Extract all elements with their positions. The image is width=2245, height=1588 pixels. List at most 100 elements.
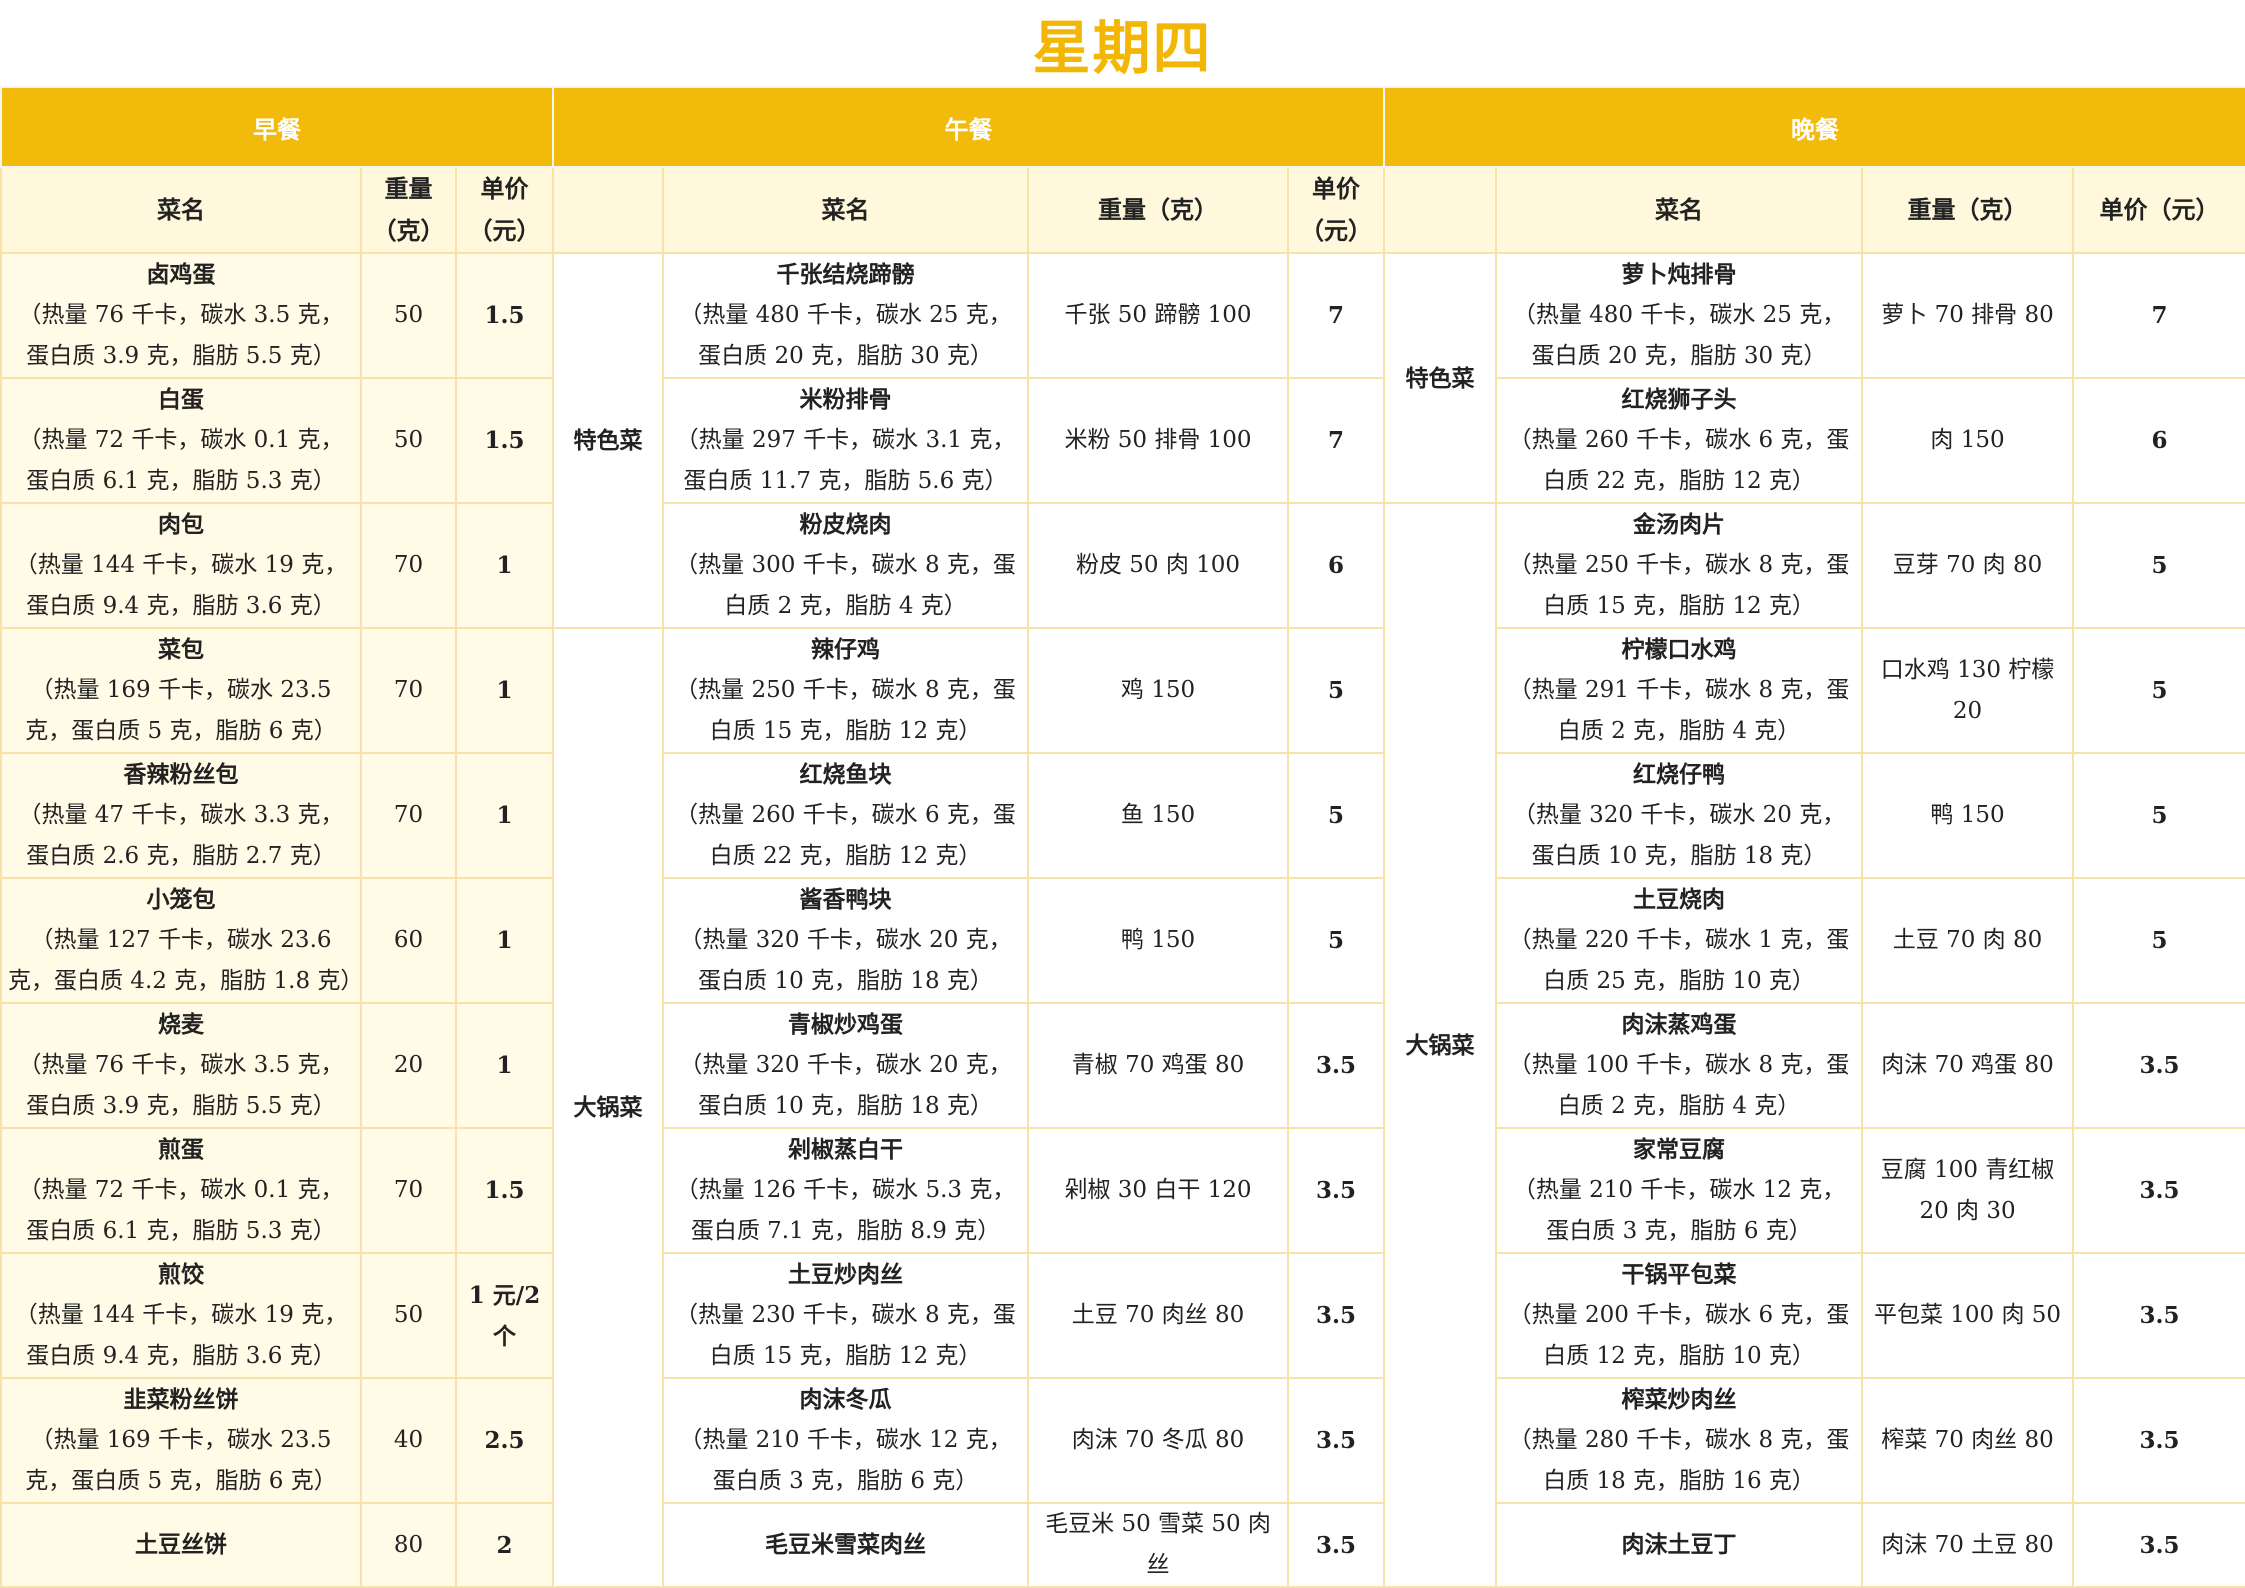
breakfast-price: 1 — [454, 877, 555, 1004]
dish-nutrition: （热量 76 千卡，碳水 3.5 克，蛋白质 3.9 克，脂肪 5.5 克） — [18, 302, 344, 369]
dinner-weight: 口水鸡 130 柠檬 20 — [1861, 627, 2075, 754]
dish-nutrition: （热量 320 千卡，碳水 20 克，蛋白质 10 克，脂肪 18 克） — [679, 927, 1012, 994]
breakfast-price: 1 — [454, 627, 555, 754]
breakfast-weight: 50 — [360, 1252, 457, 1379]
dish-name: 肉沫蒸鸡蛋 — [1621, 1011, 1737, 1038]
dinner-dish-cell: 家常豆腐 （热量 210 千卡，碳水 12 克，蛋白质 3 克，脂肪 6 克） — [1495, 1127, 1864, 1254]
breakfast-dish-cell: 小笼包 （热量 127 千卡，碳水 23.6 克，蛋白质 4.2 克，脂肪 1.8… — [0, 877, 362, 1004]
lunch-dish-cell: 毛豆米雪菜肉丝 — [662, 1502, 1030, 1588]
dinner-price: 5 — [2072, 502, 2245, 629]
dish-name: 煎饺 — [158, 1261, 204, 1288]
dish-name: 毛豆米雪菜肉丝 — [765, 1531, 927, 1558]
lunch-weight: 鸭 150 — [1027, 877, 1290, 1004]
table-row: 白蛋 （热量 72 千卡，碳水 0.1 克，蛋白质 6.1 克，脂肪 5.3 克）… — [0, 377, 2245, 504]
dinner-dish-cell: 土豆烧肉 （热量 220 千卡，碳水 1 克，蛋白质 25 克，脂肪 10 克） — [1495, 877, 1864, 1004]
breakfast-weight: 50 — [360, 252, 457, 379]
dish-name: 小笼包 — [146, 886, 216, 913]
dish-nutrition: （热量 291 千卡，碳水 8 克，蛋白质 2 克，脂肪 4 克） — [1508, 677, 1850, 744]
dish-nutrition: （热量 300 千卡，碳水 8 克，蛋白质 2 克，脂肪 4 克） — [675, 552, 1016, 619]
table-row: 韭菜粉丝饼 （热量 169 千卡，碳水 23.5 克，蛋白质 5 克，脂肪 6 克… — [0, 1377, 2245, 1504]
breakfast-price: 1.5 — [454, 252, 555, 379]
breakfast-dish-cell: 白蛋 （热量 72 千卡，碳水 0.1 克，蛋白质 6.1 克，脂肪 5.3 克） — [0, 377, 362, 504]
dish-nutrition: （热量 480 千卡，碳水 25 克，蛋白质 20 克，脂肪 30 克） — [1512, 302, 1846, 369]
dinner-dish-cell: 红烧仔鸭 （热量 320 千卡，碳水 20 克，蛋白质 10 克，脂肪 18 克） — [1495, 752, 1864, 879]
breakfast-price: 1 元/2 个 — [454, 1252, 555, 1379]
dinner-price: 3.5 — [2072, 1127, 2245, 1254]
lunch-dish-cell: 红烧鱼块 （热量 260 千卡，碳水 6 克，蛋白质 22 克，脂肪 12 克） — [662, 752, 1030, 879]
dish-nutrition: （热量 297 千卡，碳水 3.1 克，蛋白质 11.7 克，脂肪 5.6 克） — [675, 427, 1016, 494]
dinner-weight: 肉 150 — [1861, 377, 2075, 504]
meal-header-dinner: 晚餐 — [1383, 86, 2245, 168]
dish-name: 肉包 — [158, 511, 204, 538]
dinner-dish-cell: 干锅平包菜 （热量 200 千卡，碳水 6 克，蛋白质 12 克，脂肪 10 克） — [1495, 1252, 1864, 1379]
dish-nutrition: （热量 230 千卡，碳水 8 克，蛋白质 15 克，脂肪 12 克） — [675, 1302, 1016, 1369]
weekly-menu-table: 早餐 午餐 晚餐 菜名 重量（克） 单价（元） 菜名 重量（克） 单价（元） 菜… — [0, 86, 2245, 1588]
dinner-weight: 豆芽 70 肉 80 — [1861, 502, 2075, 629]
lunch-dish-cell: 米粉排骨 （热量 297 千卡，碳水 3.1 克，蛋白质 11.7 克，脂肪 5.… — [662, 377, 1030, 504]
lunch-dish-cell: 辣仔鸡 （热量 250 千卡，碳水 8 克，蛋白质 15 克，脂肪 12 克） — [662, 627, 1030, 754]
breakfast-dish-cell: 煎蛋 （热量 72 千卡，碳水 0.1 克，蛋白质 6.1 克，脂肪 5.3 克） — [0, 1127, 362, 1254]
dish-name: 干锅平包菜 — [1621, 1261, 1737, 1288]
dinner-weight: 豆腐 100 青红椒 20 肉 30 — [1861, 1127, 2075, 1254]
dinner-price: 5 — [2072, 627, 2245, 754]
dish-name: 香辣粉丝包 — [123, 761, 239, 788]
lunch-dish-cell: 青椒炒鸡蛋 （热量 320 千卡，碳水 20 克，蛋白质 10 克，脂肪 18 克… — [662, 1002, 1030, 1129]
lunch-dish-cell: 剁椒蒸白干 （热量 126 千卡，碳水 5.3 克，蛋白质 7.1 克，脂肪 8.… — [662, 1127, 1030, 1254]
lunch-dish-cell: 酱香鸭块 （热量 320 千卡，碳水 20 克，蛋白质 10 克，脂肪 18 克） — [662, 877, 1030, 1004]
header-l-name: 菜名 — [662, 166, 1030, 254]
lunch-weight: 青椒 70 鸡蛋 80 — [1027, 1002, 1290, 1129]
dish-name: 柠檬口水鸡 — [1621, 636, 1737, 663]
category-special: 特色菜 — [552, 252, 665, 629]
breakfast-weight: 70 — [360, 502, 457, 629]
dish-name: 酱香鸭块 — [799, 886, 892, 913]
dish-name: 粉皮烧肉 — [799, 511, 892, 538]
table-row: 肉包 （热量 144 千卡，碳水 19 克，蛋白质 9.4 克，脂肪 3.6 克）… — [0, 502, 2245, 1588]
breakfast-weight: 40 — [360, 1377, 457, 1504]
dish-nutrition: （热量 72 千卡，碳水 0.1 克，蛋白质 6.1 克，脂肪 5.3 克） — [18, 427, 344, 494]
dish-nutrition: （热量 250 千卡，碳水 8 克，蛋白质 15 克，脂肪 12 克） — [675, 677, 1016, 744]
breakfast-price: 2.5 — [454, 1377, 555, 1504]
dinner-price: 3.5 — [2072, 1502, 2245, 1588]
lunch-dish-cell: 千张结烧蹄髈 （热量 480 千卡，碳水 25 克，蛋白质 20 克，脂肪 30 … — [662, 252, 1030, 379]
breakfast-dish-cell: 香辣粉丝包 （热量 47 千卡，碳水 3.3 克，蛋白质 2.6 克，脂肪 2.7… — [0, 752, 362, 879]
lunch-dish-cell: 土豆炒肉丝 （热量 230 千卡，碳水 8 克，蛋白质 15 克，脂肪 12 克） — [662, 1252, 1030, 1379]
dish-nutrition: （热量 127 千卡，碳水 23.6 克，蛋白质 4.2 克，脂肪 1.8 克） — [8, 927, 361, 994]
header-d-weight: 重量（克） — [1861, 166, 2075, 254]
lunch-dish-cell: 肉沫冬瓜 （热量 210 千卡，碳水 12 克，蛋白质 3 克，脂肪 6 克） — [662, 1377, 1030, 1504]
dinner-dish-cell: 萝卜炖排骨 （热量 480 千卡，碳水 25 克，蛋白质 20 克，脂肪 30 克… — [1495, 252, 1864, 379]
dish-name: 剁椒蒸白干 — [788, 1136, 904, 1163]
lunch-price: 3.5 — [1287, 1127, 1386, 1254]
dish-nutrition: （热量 144 千卡，碳水 19 克，蛋白质 9.4 克，脂肪 3.6 克） — [14, 1302, 348, 1369]
dinner-price: 7 — [2072, 252, 2245, 379]
lunch-weight: 千张 50 蹄髈 100 — [1027, 252, 1290, 379]
header-b-name: 菜名 — [0, 166, 362, 254]
meal-header-row: 早餐 午餐 晚餐 — [0, 86, 2245, 168]
breakfast-weight: 20 — [360, 1002, 457, 1129]
meal-header-lunch: 午餐 — [552, 86, 1386, 168]
breakfast-price: 2 — [454, 1502, 555, 1588]
dish-name: 土豆丝饼 — [135, 1531, 227, 1558]
dish-nutrition: （热量 126 千卡，碳水 5.3 克，蛋白质 7.1 克，脂肪 8.9 克） — [675, 1177, 1016, 1244]
dinner-price: 3.5 — [2072, 1002, 2245, 1129]
dish-name: 榨菜炒肉丝 — [1621, 1386, 1737, 1413]
category-bigpot: 大锅菜 — [1383, 502, 1498, 1588]
header-d-name: 菜名 — [1495, 166, 1864, 254]
dish-name: 肉沫土豆丁 — [1621, 1531, 1737, 1558]
dish-nutrition: （热量 220 千卡，碳水 1 克，蛋白质 25 克，脂肪 10 克） — [1508, 927, 1850, 994]
breakfast-weight: 70 — [360, 752, 457, 879]
breakfast-dish-cell: 肉包 （热量 144 千卡，碳水 19 克，蛋白质 9.4 克，脂肪 3.6 克） — [0, 502, 362, 629]
dish-name: 煎蛋 — [158, 1136, 204, 1163]
lunch-price: 5 — [1287, 877, 1386, 1004]
breakfast-price: 1.5 — [454, 1127, 555, 1254]
table-row: 煎蛋 （热量 72 千卡，碳水 0.1 克，蛋白质 6.1 克，脂肪 5.3 克）… — [0, 1127, 2245, 1254]
dish-nutrition: （热量 100 千卡，碳水 8 克，蛋白质 2 克，脂肪 4 克） — [1508, 1052, 1850, 1119]
dish-name: 土豆烧肉 — [1633, 886, 1726, 913]
dinner-weight: 肉沫 70 土豆 80 — [1861, 1502, 2075, 1588]
dish-name: 辣仔鸡 — [811, 636, 881, 663]
dish-nutrition: （热量 72 千卡，碳水 0.1 克，蛋白质 6.1 克，脂肪 5.3 克） — [18, 1177, 344, 1244]
breakfast-weight: 60 — [360, 877, 457, 1004]
category-bigpot: 大锅菜 — [552, 627, 665, 1588]
dish-name: 萝卜炖排骨 — [1621, 261, 1737, 288]
meal-header-breakfast: 早餐 — [0, 86, 555, 168]
table-row: 香辣粉丝包 （热量 47 千卡，碳水 3.3 克，蛋白质 2.6 克，脂肪 2.7… — [0, 752, 2245, 879]
